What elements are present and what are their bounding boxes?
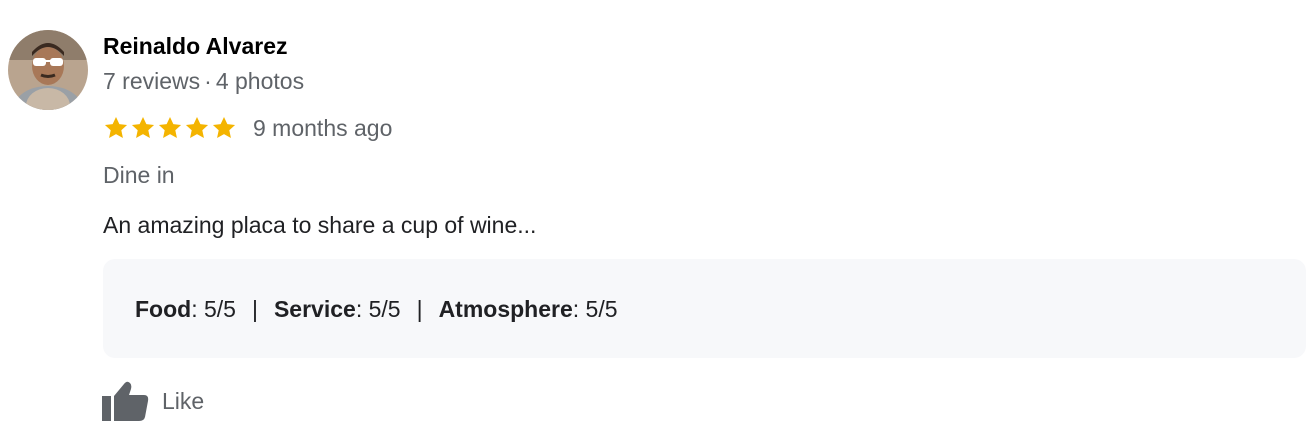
star-icon: [158, 116, 182, 138]
photos-count: 4 photos: [215, 68, 305, 94]
attribute-separator: |: [416, 296, 423, 322]
author-meta[interactable]: 7 reviews · 4 photos: [103, 67, 304, 95]
like-label: Like: [162, 388, 205, 414]
attribute-food-label: Food: [135, 296, 192, 322]
attribute-service-value: : 5/5: [355, 296, 401, 322]
author-name[interactable]: Reinaldo Alvarez: [103, 32, 287, 60]
star-rating: [103, 115, 237, 141]
attribute-atmosphere-value: : 5/5: [572, 296, 618, 322]
reviews-count: 7 reviews: [103, 68, 201, 94]
avatar-image: [8, 30, 88, 110]
attribute-food-value: : 5/5: [191, 296, 236, 322]
meta-separator: ·: [204, 68, 212, 94]
rating-row: 9 months ago: [103, 113, 392, 143]
review-attributes: Food: 5/5 | Service: 5/5 | Atmosphere: 5/5: [103, 259, 1306, 358]
service-type: Dine in: [103, 162, 175, 188]
attribute-separator: |: [251, 296, 258, 322]
thumbs-up-icon: [102, 381, 149, 421]
review-time: 9 months ago: [253, 115, 393, 141]
star-icon: [131, 116, 155, 138]
like-button[interactable]: Like: [102, 380, 204, 422]
author-avatar[interactable]: [8, 30, 88, 110]
review-card: Reinaldo Alvarez 7 reviews · 4 photos 9 mo…: [0, 0, 1310, 446]
review-text: An amazing placa to share a cup of wine.…: [103, 212, 537, 238]
star-icon: [104, 116, 128, 138]
attribute-service-label: Service: [273, 296, 356, 322]
star-icon: [212, 116, 236, 138]
attributes-line: Food: 5/5 | Service: 5/5 | Atmosphere: 5/5: [135, 295, 618, 323]
star-icon: [185, 116, 209, 138]
attribute-atmosphere-label: Atmosphere: [438, 296, 573, 322]
